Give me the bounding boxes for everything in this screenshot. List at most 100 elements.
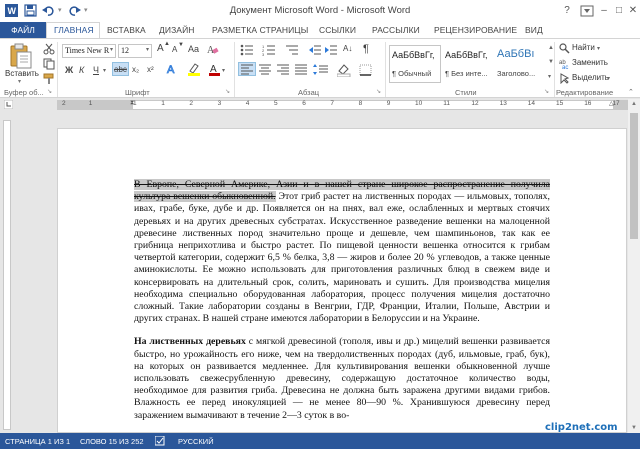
- ruler-number: 14: [527, 100, 536, 107]
- align-left-icon[interactable]: [240, 64, 254, 77]
- proofing-icon[interactable]: [154, 435, 167, 448]
- minimize-button[interactable]: –: [596, 3, 612, 18]
- style-normal[interactable]: АаБбВвГг, ¶ Обычный: [389, 45, 441, 83]
- svg-text:A: A: [167, 64, 175, 76]
- undo-icon[interactable]: [42, 4, 55, 17]
- format-painter-icon[interactable]: [43, 73, 55, 87]
- language[interactable]: РУССКИЙ: [178, 437, 214, 446]
- scroll-down-arrow-icon[interactable]: ▼: [628, 423, 640, 433]
- sort-button[interactable]: A↓: [343, 44, 352, 53]
- ribbon-display-button[interactable]: [579, 3, 595, 18]
- font-size-dropdown-icon[interactable]: ▾: [146, 46, 149, 53]
- font-launcher-icon[interactable]: ↘: [225, 88, 230, 95]
- clear-formatting-icon[interactable]: A: [206, 43, 219, 57]
- tab-page-layout[interactable]: РАЗМЕТКА СТРАНИЦЫ: [212, 25, 308, 35]
- align-right-icon[interactable]: [276, 64, 290, 77]
- grow-font-button[interactable]: A: [157, 43, 164, 54]
- tab-design[interactable]: ДИЗАЙН: [159, 25, 195, 35]
- styles-launcher-icon[interactable]: ↘: [544, 88, 549, 95]
- redo-icon[interactable]: [68, 4, 81, 17]
- tab-selector-icon[interactable]: [3, 99, 14, 111]
- font-group-label: Шрифт: [125, 88, 150, 97]
- underline-dropdown-icon[interactable]: ▾: [103, 67, 106, 74]
- find-dropdown-icon[interactable]: ▾: [597, 45, 600, 52]
- highlight-color-icon[interactable]: [187, 62, 201, 78]
- paragraph-text[interactable]: Этот гриб растет на лиственных породах —…: [134, 191, 550, 324]
- divider: [234, 42, 235, 97]
- paragraph-2[interactable]: На лиственных деревьях с мягкой древесин…: [134, 336, 550, 421]
- find-icon: [559, 43, 570, 56]
- tab-review[interactable]: РЕЦЕНЗИРОВАНИЕ: [434, 25, 517, 35]
- vertical-scrollbar[interactable]: ▲ ▼: [628, 99, 640, 433]
- paste-dropdown-icon[interactable]: ▾: [18, 78, 21, 85]
- numbering-icon[interactable]: 123: [262, 44, 276, 58]
- tab-mailings[interactable]: РАССЫЛКИ: [372, 25, 420, 35]
- tab-home[interactable]: ГЛАВНАЯ: [54, 25, 94, 35]
- scrollbar-thumb[interactable]: [630, 113, 638, 239]
- help-button[interactable]: ?: [559, 3, 575, 18]
- borders-icon[interactable]: [359, 64, 372, 78]
- vertical-ruler[interactable]: [3, 120, 11, 430]
- superscript-button[interactable]: x²: [147, 65, 154, 74]
- decrease-indent-icon[interactable]: [308, 44, 322, 58]
- clipboard-launcher-icon[interactable]: ↘: [47, 88, 52, 95]
- style-heading-1[interactable]: АаБбВı Заголово...: [494, 45, 546, 83]
- styles-more-icon[interactable]: ▾: [548, 73, 551, 80]
- multilevel-list-icon[interactable]: [285, 44, 299, 58]
- tab-view[interactable]: ВИД: [525, 25, 543, 35]
- scroll-up-arrow-icon[interactable]: ▲: [628, 99, 640, 109]
- ruler-number: 11: [443, 100, 450, 107]
- clip2net-watermark: clip2net.com: [545, 422, 618, 433]
- cut-icon[interactable]: [43, 43, 55, 57]
- bullets-icon[interactable]: [240, 44, 254, 58]
- tab-insert[interactable]: ВСТАВКА: [107, 25, 146, 35]
- underline-button[interactable]: Ч: [93, 65, 99, 75]
- italic-button[interactable]: К: [79, 65, 84, 75]
- strikethrough-button[interactable]: abc: [114, 65, 127, 74]
- shrink-font-button[interactable]: A: [172, 45, 177, 54]
- increase-indent-icon[interactable]: [324, 44, 338, 58]
- collapse-ribbon-icon[interactable]: ⌃: [628, 88, 634, 96]
- paste-button[interactable]: Вставить: [5, 69, 39, 78]
- copy-icon[interactable]: [43, 58, 55, 72]
- ruler-left-margin: [58, 101, 133, 109]
- font-color-icon[interactable]: A: [209, 62, 221, 78]
- font-name-field[interactable]: Times New R: [62, 44, 116, 58]
- clipboard-group-label: Буфер об...: [4, 88, 44, 97]
- style-no-spacing[interactable]: АаБбВвГг, ¶ Без инте...: [442, 45, 494, 83]
- shading-icon[interactable]: [336, 64, 351, 79]
- select-button[interactable]: Выделить: [572, 73, 609, 82]
- close-button[interactable]: ✕: [625, 3, 640, 18]
- select-dropdown-icon[interactable]: ▾: [607, 75, 610, 82]
- bold-lead[interactable]: На лиственных деревьях: [134, 336, 246, 347]
- show-marks-button[interactable]: ¶: [363, 43, 369, 55]
- document-page[interactable]: В Европе, Северной Америке, Азии и в наш…: [57, 128, 627, 433]
- align-center-icon[interactable]: [258, 64, 272, 77]
- paragraph-1[interactable]: В Европе, Северной Америке, Азии и в наш…: [134, 179, 550, 325]
- save-icon[interactable]: [24, 4, 37, 17]
- customize-toolbar-icon[interactable]: ▾: [84, 6, 97, 19]
- tab-references[interactable]: ССЫЛКИ: [319, 25, 356, 35]
- change-case-button[interactable]: Aa: [188, 44, 199, 54]
- horizontal-ruler[interactable]: 1 2 1 1 2 3 4 5 6 7 8 9 10 11 12 13 14 15 16 17 ⧗ △: [57, 100, 628, 110]
- indent-marker-icon[interactable]: ⧗: [130, 100, 134, 107]
- replace-button[interactable]: Заменить: [572, 58, 608, 67]
- word-count[interactable]: СЛОВО 15 ИЗ 252: [80, 437, 144, 446]
- find-button[interactable]: Найти: [572, 43, 595, 52]
- tab-file[interactable]: ФАЙЛ: [0, 22, 46, 38]
- paragraph-launcher-icon[interactable]: ↘: [376, 88, 381, 95]
- page-count[interactable]: СТРАНИЦА 1 ИЗ 1: [5, 437, 70, 446]
- bold-button[interactable]: Ж: [65, 65, 73, 75]
- line-spacing-icon[interactable]: [313, 64, 329, 77]
- paragraph-group-label: Абзац: [298, 88, 320, 97]
- paste-icon[interactable]: [5, 43, 35, 71]
- ruler-area: 1 2 1 1 2 3 4 5 6 7 8 9 10 11 12 13 14 15 16 17 ⧗ △: [0, 99, 640, 111]
- font-name-dropdown-icon[interactable]: ▾: [110, 46, 113, 53]
- right-indent-marker-icon[interactable]: △: [609, 100, 614, 107]
- justify-icon[interactable]: [294, 64, 308, 77]
- paragraph-text[interactable]: с мягкой древесиной (тополя, ивы и др.) …: [134, 336, 550, 420]
- document-body[interactable]: В Европе, Северной Америке, Азии и в наш…: [134, 179, 550, 433]
- subscript-button[interactable]: x₂: [132, 65, 139, 74]
- text-effects-icon[interactable]: A: [166, 62, 178, 78]
- font-color-dropdown-icon[interactable]: ▾: [222, 67, 225, 74]
